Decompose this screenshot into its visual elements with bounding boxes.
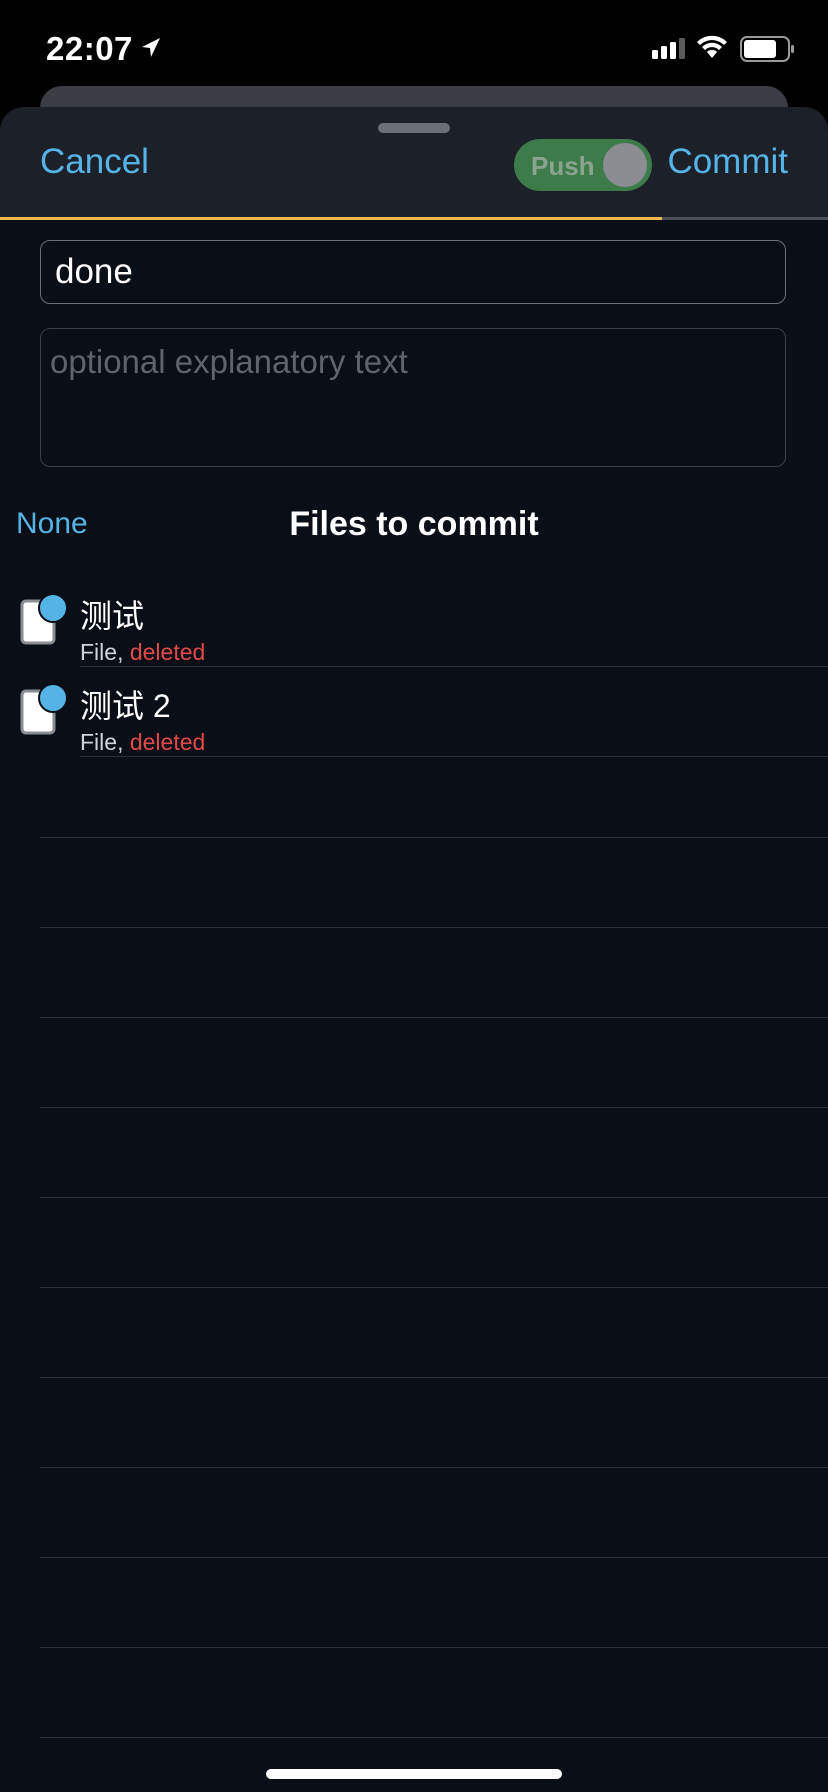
- push-toggle[interactable]: Push: [514, 139, 652, 191]
- home-indicator[interactable]: [266, 1769, 562, 1779]
- file-type: File: [80, 729, 118, 755]
- sheet-grabber[interactable]: [378, 123, 450, 133]
- row-divider: [40, 837, 828, 838]
- row-divider: [40, 1287, 828, 1288]
- progress-fill: [0, 217, 663, 220]
- file-meta-separator: ,: [117, 639, 130, 665]
- files-section-title: Files to commit: [289, 505, 539, 543]
- row-divider: [40, 1377, 828, 1378]
- file-status: deleted: [129, 639, 206, 665]
- file-name: 测试 2: [80, 688, 171, 724]
- commit-sheet: Cancel Push Commit done optional explana…: [0, 107, 828, 1792]
- staged-indicator-icon: [38, 683, 68, 713]
- row-divider: [40, 927, 828, 928]
- commit-summary-input[interactable]: done: [40, 240, 786, 304]
- row-divider: [40, 1107, 828, 1108]
- file-type: File: [80, 639, 118, 665]
- file-meta-separator: ,: [117, 729, 130, 755]
- sheet-header: Cancel Push Commit: [0, 107, 828, 220]
- row-divider: [40, 1647, 828, 1648]
- file-row[interactable]: 测试 2 File, deleted: [0, 667, 828, 757]
- row-divider: [40, 1557, 828, 1558]
- location-arrow-icon: [142, 38, 160, 57]
- progress-bar: [0, 217, 828, 220]
- commit-summary-value: done: [55, 252, 133, 291]
- cancel-button[interactable]: Cancel: [40, 142, 149, 182]
- commit-description-input[interactable]: optional explanatory text: [40, 328, 786, 467]
- file-status: deleted: [129, 729, 206, 755]
- row-divider: [40, 1197, 828, 1198]
- push-toggle-label: Push: [531, 151, 595, 181]
- commit-description-placeholder: optional explanatory text: [50, 343, 408, 380]
- status-time: 22:07: [46, 30, 133, 67]
- battery-icon: [740, 36, 794, 62]
- file-meta: File, deleted: [80, 639, 205, 666]
- row-divider: [40, 1737, 828, 1738]
- commit-button[interactable]: Commit: [667, 142, 788, 182]
- staged-indicator-icon: [38, 593, 68, 623]
- row-divider: [80, 756, 828, 757]
- file-name: 测试: [80, 598, 145, 634]
- file-meta: File, deleted: [80, 729, 205, 756]
- push-toggle-knob: [603, 143, 647, 187]
- row-divider: [40, 1467, 828, 1468]
- status-bar: 22:07: [0, 0, 828, 100]
- file-row[interactable]: 测试 File, deleted: [0, 577, 828, 667]
- wifi-icon: [697, 35, 727, 58]
- row-divider: [40, 1017, 828, 1018]
- cellular-signal-icon: [652, 38, 685, 59]
